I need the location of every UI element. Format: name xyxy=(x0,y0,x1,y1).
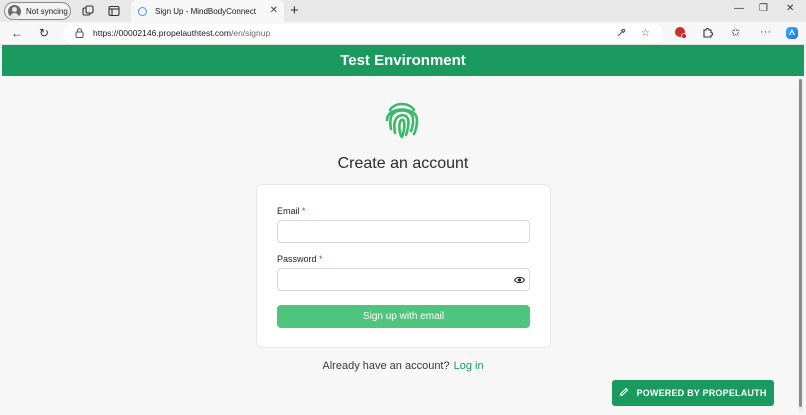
profile-button[interactable]: Not syncing xyxy=(4,2,71,20)
page-title: Create an account xyxy=(337,155,469,172)
browser-toolbar: ← ↻ https://00002146.propelauthtest.com/… xyxy=(0,22,806,45)
pen-icon xyxy=(619,387,629,400)
address-bar[interactable]: https://00002146.propelauthtest.com/en/s… xyxy=(63,24,663,43)
fingerprint-logo-icon xyxy=(381,98,423,140)
required-marker: * xyxy=(302,206,306,216)
minimize-icon[interactable]: — xyxy=(734,3,744,14)
password-label-text: Password xyxy=(277,254,317,264)
tab-close-icon[interactable]: ✕ xyxy=(270,5,278,16)
close-window-icon[interactable]: ✕ xyxy=(786,3,794,14)
test-environment-banner: Test Environment xyxy=(2,45,804,76)
active-tab[interactable]: Sign Up - MindBodyConnect ✕ xyxy=(131,0,284,22)
signup-card: Email * Password * Sign up with email xyxy=(256,184,551,348)
powered-by-label: POWERED BY PROPELAUTH xyxy=(636,388,767,398)
sign-up-button[interactable]: Sign up with email xyxy=(277,305,530,328)
browser-tab-bar: Not syncing Sign Up - MindBodyConnect ✕ … xyxy=(0,0,806,22)
required-marker: * xyxy=(319,254,323,264)
email-label-text: Email xyxy=(277,206,300,216)
login-link[interactable]: Log in xyxy=(454,360,484,372)
show-password-eye-icon[interactable] xyxy=(513,274,525,286)
read-aloud-icon[interactable] xyxy=(616,28,626,41)
extensions-puzzle-icon[interactable] xyxy=(702,26,714,41)
powered-by-badge[interactable]: POWERED BY PROPELAUTH xyxy=(612,380,774,406)
email-label: Email * xyxy=(277,206,306,216)
favorite-star-icon[interactable]: ☆ xyxy=(641,28,650,39)
tab-title: Sign Up - MindBodyConnect xyxy=(155,6,256,16)
new-tab-icon[interactable]: + xyxy=(290,2,299,19)
extension-badge-icon[interactable] xyxy=(674,26,687,42)
login-prompt-row: Already have an account? Log in xyxy=(0,360,806,372)
workspaces-icon[interactable] xyxy=(81,4,95,18)
refresh-icon[interactable]: ↻ xyxy=(39,26,49,40)
restore-icon[interactable]: ❐ xyxy=(759,3,768,14)
login-prompt-text: Already have an account? xyxy=(322,360,450,372)
password-label: Password * xyxy=(277,254,323,264)
favorites-icon[interactable]: ✩ xyxy=(731,26,740,39)
url-path: /en/signup xyxy=(230,28,271,38)
url-host: https://00002146.propelauthtest.com xyxy=(93,28,231,38)
profile-label: Not syncing xyxy=(26,6,68,16)
tab-actions-icon[interactable] xyxy=(107,4,121,18)
profile-avatar-icon xyxy=(8,4,21,18)
copilot-icon[interactable] xyxy=(785,26,799,43)
password-field[interactable] xyxy=(277,268,530,291)
email-field[interactable] xyxy=(277,220,530,243)
site-info-icon[interactable] xyxy=(75,28,84,41)
scrollbar-thumb[interactable] xyxy=(799,79,802,407)
globe-icon xyxy=(138,6,147,16)
more-options-icon[interactable]: ··· xyxy=(760,26,771,38)
url-text: https://00002146.propelauthtest.com/en/s… xyxy=(93,28,270,38)
back-icon[interactable]: ← xyxy=(11,26,23,40)
